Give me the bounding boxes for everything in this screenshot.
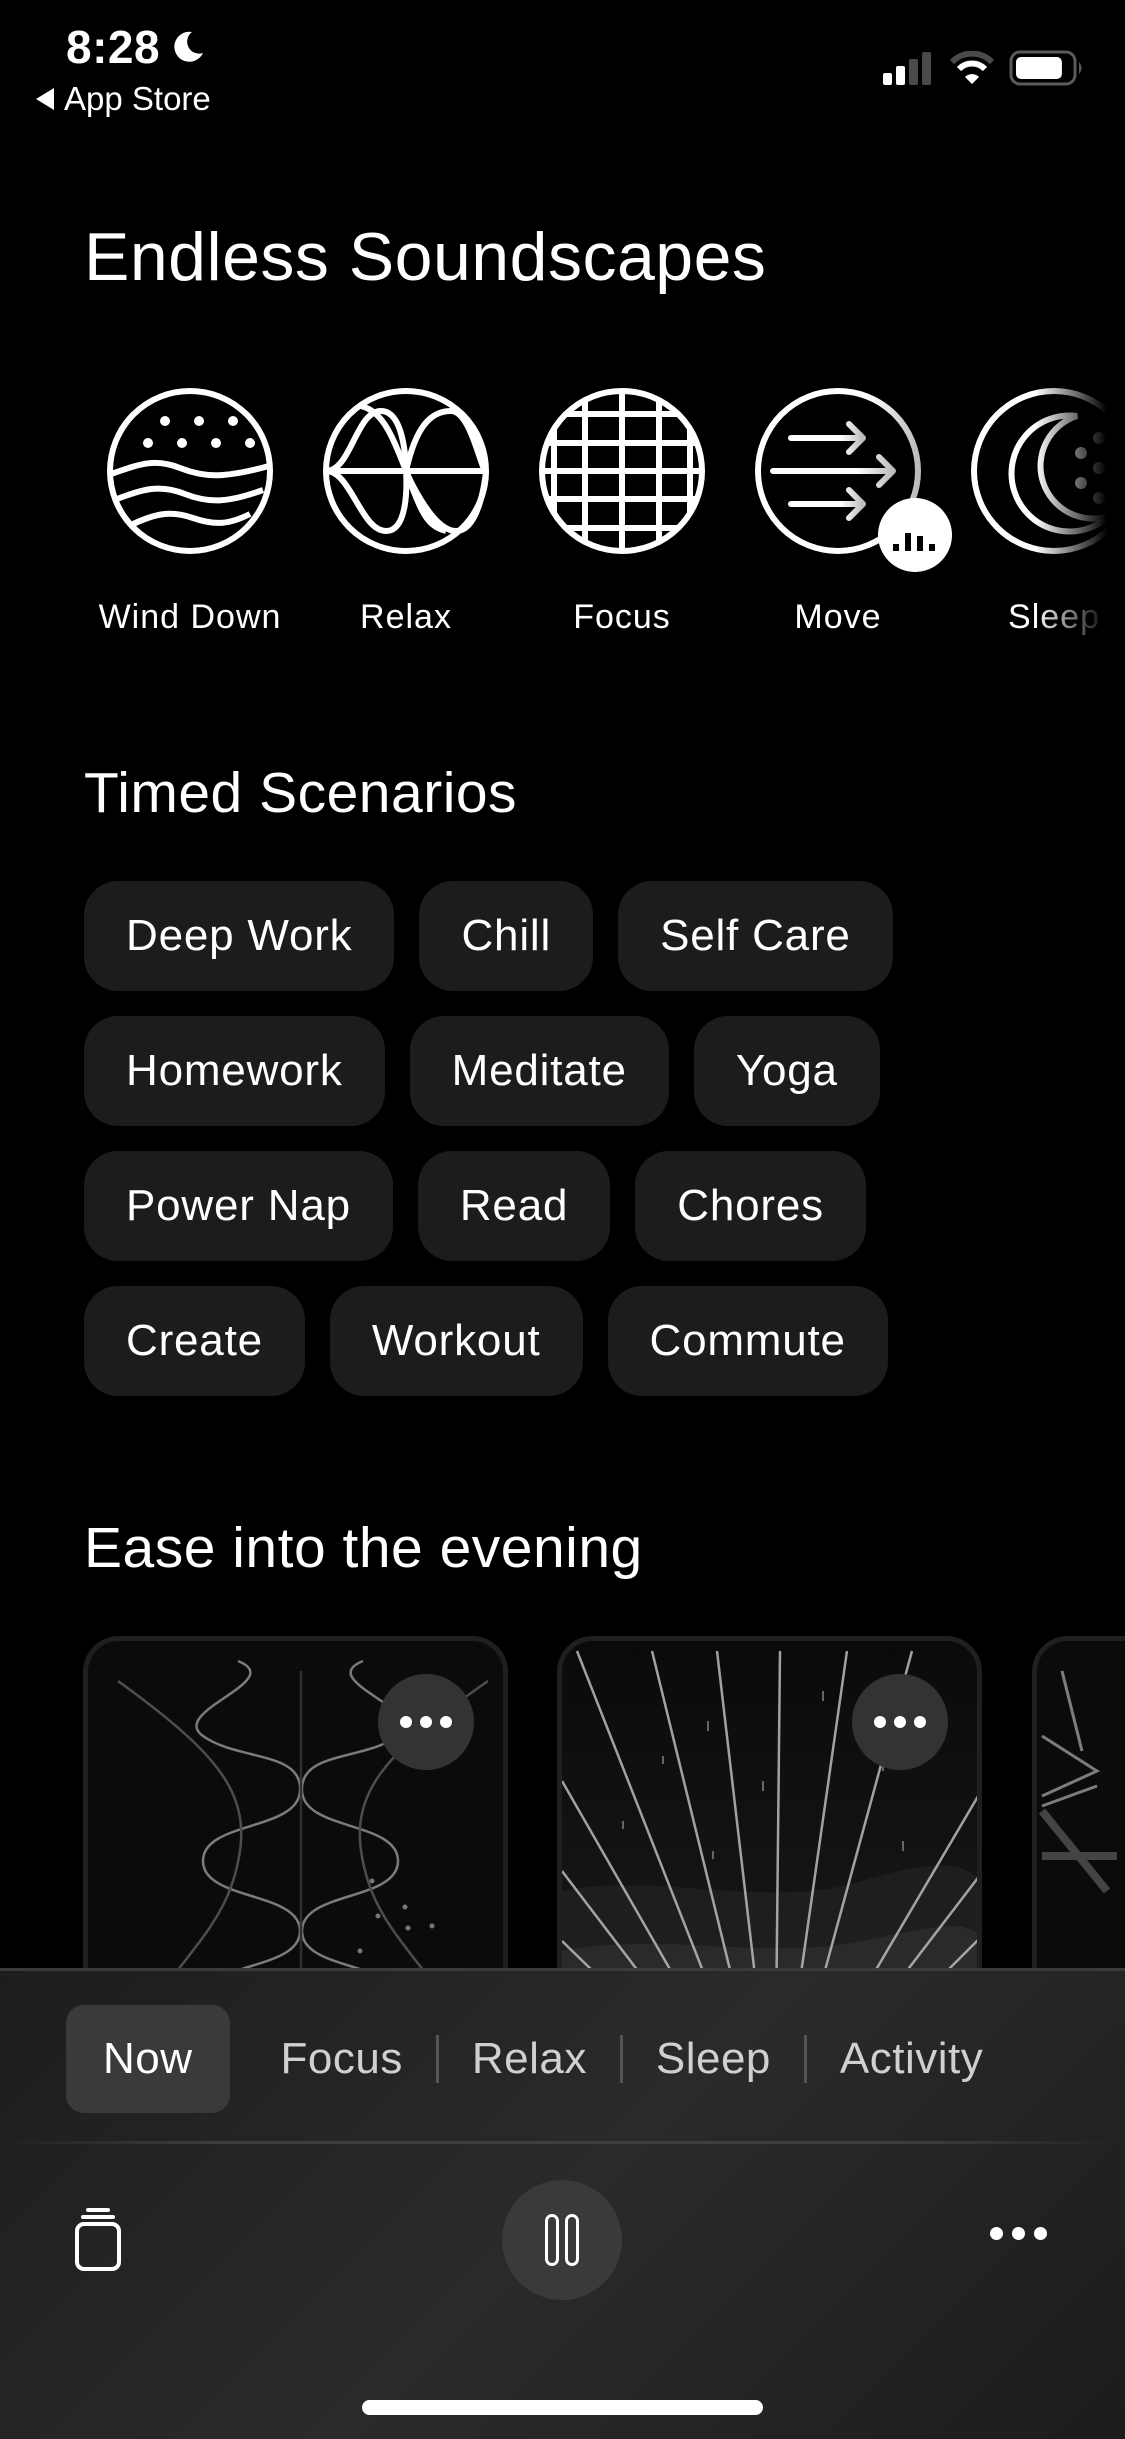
grid-globe-icon: [539, 388, 705, 554]
waves-stars-icon: [107, 388, 273, 554]
now-playing-badge: [878, 498, 952, 572]
timed-scenarios-chips: Deep Work Chill Self Care Homework Medit…: [84, 881, 1084, 1421]
chip-commute[interactable]: Commute: [607, 1286, 888, 1396]
more-dot: [894, 1716, 906, 1728]
chip-meditate[interactable]: Meditate: [409, 1016, 669, 1126]
status-time: 8:28: [66, 20, 206, 74]
more-dot: [914, 1716, 926, 1728]
sine-waves-icon: [323, 388, 489, 554]
moon-icon: [174, 31, 204, 62]
soundscape-wind-down[interactable]: Wind Down: [82, 386, 298, 637]
battery-icon: [1009, 50, 1082, 86]
page-title: Endless Soundscapes: [84, 219, 767, 295]
category-tabs: Now Focus Relax Sleep Activity: [66, 2005, 1016, 2113]
chip-homework[interactable]: Homework: [84, 1016, 385, 1126]
more-horizontal-icon: [874, 1716, 886, 1728]
timed-scenarios-heading: Timed Scenarios: [84, 761, 518, 825]
soundscape-label: Move: [794, 598, 882, 636]
back-to-app-store[interactable]: App Store: [36, 80, 211, 118]
more-dot: [420, 1716, 432, 1728]
chip-workout[interactable]: Workout: [329, 1286, 583, 1396]
soundscape-relax[interactable]: Relax: [298, 386, 514, 637]
tab-label: Focus: [280, 2034, 403, 2083]
pause-icon: [545, 2214, 559, 2266]
tab-sleep[interactable]: Sleep: [623, 2005, 804, 2113]
tab-activity[interactable]: Activity: [807, 2005, 1016, 2113]
soundscape-carousel[interactable]: Wind Down Relax Focus Move: [0, 386, 1125, 656]
soundscape-label: Wind Down: [98, 598, 282, 636]
panel-divider: [0, 2141, 1125, 2144]
status-time-text: 8:28: [66, 21, 161, 73]
more-dot: [440, 1716, 452, 1728]
chip-yoga[interactable]: Yoga: [693, 1016, 880, 1126]
stack-icon: [75, 2208, 121, 2271]
chip-chill[interactable]: Chill: [419, 881, 594, 991]
card-more-button[interactable]: [852, 1674, 948, 1770]
more-dot: [1012, 2227, 1025, 2240]
back-label: App Store: [64, 80, 211, 117]
back-arrow-icon: [36, 88, 54, 110]
system-status-icons: [881, 50, 1085, 86]
soundscape-label: Relax: [360, 598, 452, 636]
wifi-icon: [949, 51, 995, 84]
chip-create[interactable]: Create: [84, 1286, 305, 1396]
carousel-fade: [1035, 386, 1125, 656]
more-dot: [1034, 2227, 1047, 2240]
soundscape-move[interactable]: Move: [730, 386, 952, 637]
chip-row: Create Workout Commute: [84, 1286, 1084, 1396]
soundscape-label: Focus: [573, 598, 671, 636]
tab-label: Activity: [839, 2034, 984, 2083]
tab-now[interactable]: Now: [66, 2005, 230, 2113]
home-indicator[interactable]: [362, 2400, 763, 2415]
pause-icon-bar: [565, 2214, 579, 2266]
chip-chores[interactable]: Chores: [635, 1151, 866, 1261]
library-button[interactable]: [74, 2207, 124, 2276]
bottom-player-panel: Now Focus Relax Sleep Activity: [0, 1968, 1125, 2439]
chip-row: Homework Meditate Yoga: [84, 1016, 1084, 1126]
more-horizontal-icon: [400, 1716, 412, 1728]
tab-relax[interactable]: Relax: [439, 2005, 620, 2113]
chip-deep-work[interactable]: Deep Work: [84, 881, 395, 991]
pause-button[interactable]: [502, 2180, 622, 2300]
tab-label: Sleep: [655, 2034, 771, 2083]
chip-read[interactable]: Read: [417, 1151, 611, 1261]
chip-row: Power Nap Read Chores: [84, 1151, 1084, 1261]
tab-label: Now: [103, 2034, 193, 2083]
chip-self-care[interactable]: Self Care: [618, 881, 893, 991]
cellular-signal-icon: [883, 52, 931, 85]
tab-focus[interactable]: Focus: [248, 2005, 436, 2113]
tab-label: Relax: [471, 2034, 587, 2083]
chip-power-nap[interactable]: Power Nap: [84, 1151, 393, 1261]
chip-row: Deep Work Chill Self Care: [84, 881, 1084, 991]
evening-heading: Ease into the evening: [84, 1516, 643, 1580]
equalizer-icon: [893, 533, 935, 551]
player-more-button[interactable]: [990, 2227, 1047, 2240]
more-horizontal-icon: [990, 2227, 1003, 2240]
soundscape-focus[interactable]: Focus: [514, 386, 730, 637]
card-more-button[interactable]: [378, 1674, 474, 1770]
